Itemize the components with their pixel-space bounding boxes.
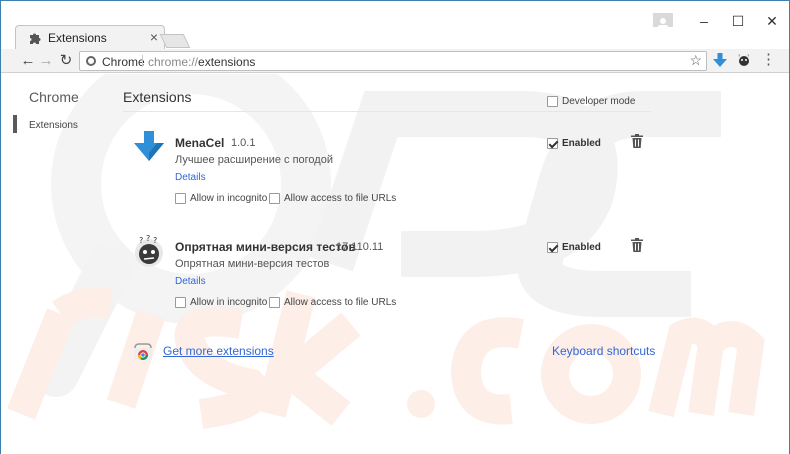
allow-incognito-label: Allow in incognito (190, 193, 268, 205)
title-bar: Extensions × – ☐ ✕ (1, 1, 789, 49)
chip-separator (142, 55, 143, 67)
svg-text:?: ? (153, 236, 157, 245)
forward-button[interactable]: → (37, 52, 55, 70)
allow-file-urls-option[interactable]: Allow access to file URLs (269, 191, 396, 205)
sidebar-title: Chrome (29, 89, 79, 105)
confused-face-toolbar-icon[interactable]: ?? (737, 53, 751, 67)
user-profile-icon[interactable] (653, 13, 673, 30)
blue-download-arrow-icon (134, 131, 164, 161)
puzzle-icon (30, 33, 41, 44)
reload-button[interactable]: ↻ (57, 52, 75, 70)
security-chip-label: Chrome (102, 55, 145, 69)
url-scheme: chrome:// (148, 55, 199, 69)
page-title: Extensions (123, 89, 192, 105)
extension-card-menacel: MenaCel 1.0.1 Лучшее расширение с погодо… (1, 131, 789, 221)
extension-name: MenaCel (175, 136, 225, 150)
sidebar-item-extensions[interactable]: Extensions (29, 120, 78, 131)
tab-title: Extensions (48, 31, 107, 45)
tab-close-icon[interactable]: × (150, 29, 158, 45)
trash-icon[interactable] (631, 134, 643, 148)
svg-text:?: ? (747, 53, 750, 58)
new-tab-button[interactable] (159, 34, 191, 48)
maximize-button[interactable]: ☐ (723, 9, 753, 33)
svg-text:?: ? (146, 235, 150, 243)
get-more-extensions-link[interactable]: Get more extensions (163, 344, 274, 358)
close-window-button[interactable]: ✕ (757, 9, 787, 33)
tab-extensions[interactable]: Extensions × (15, 25, 165, 49)
allow-file-urls-option[interactable]: Allow access to file URLs (269, 295, 396, 309)
svg-text:?: ? (738, 53, 741, 58)
browser-window: Extensions × – ☐ ✕ ← → ↻ Chrome chrome:/… (0, 0, 790, 454)
address-bar[interactable]: Chrome chrome://extensions ☆ (79, 51, 707, 71)
allow-file-urls-label: Allow access to file URLs (284, 193, 397, 205)
chrome-menu-icon[interactable]: ⋮ (761, 51, 776, 69)
extension-description: Опрятная мини-версия тестов (175, 258, 330, 270)
url-text[interactable]: chrome://extensions (148, 55, 255, 69)
menacel-toolbar-icon[interactable] (713, 53, 727, 69)
extension-version: 1.0.1 (231, 137, 256, 149)
allow-file-urls-checkbox[interactable] (269, 297, 280, 309)
enabled-toggle[interactable]: Enabled (547, 240, 601, 254)
developer-mode-label: Developer mode (562, 96, 636, 108)
svg-text:?: ? (139, 236, 143, 245)
allow-file-urls-label: Allow access to file URLs (284, 297, 397, 309)
window-controls: – ☐ ✕ (649, 9, 789, 33)
enabled-label: Enabled (562, 138, 601, 150)
url-path: extensions (198, 55, 256, 69)
chrome-web-store-icon (134, 343, 152, 360)
extension-description: Лучшее расширение с погодой (175, 154, 333, 166)
enabled-checkbox[interactable] (547, 138, 558, 150)
extension-card-tests: ? ? ? Опрятная мини-версия тестов 17.110… (1, 235, 789, 325)
enabled-label: Enabled (562, 242, 601, 254)
keyboard-shortcuts-link[interactable]: Keyboard shortcuts (552, 344, 655, 358)
extensions-page: Chrome Extensions Extensions Developer m… (1, 74, 789, 454)
enabled-toggle[interactable]: Enabled (547, 136, 601, 150)
allow-incognito-checkbox[interactable] (175, 193, 186, 205)
title-divider (123, 111, 651, 112)
back-button[interactable]: ← (19, 52, 37, 70)
developer-mode-checkbox[interactable] (547, 96, 558, 108)
allow-incognito-checkbox[interactable] (175, 297, 186, 309)
allow-file-urls-checkbox[interactable] (269, 193, 280, 205)
allow-incognito-option[interactable]: Allow in incognito (175, 295, 267, 309)
chrome-page-icon (86, 56, 96, 66)
allow-incognito-label: Allow in incognito (190, 297, 268, 309)
extension-name: Опрятная мини-версия тестов (175, 240, 356, 254)
enabled-checkbox[interactable] (547, 242, 558, 254)
allow-incognito-option[interactable]: Allow in incognito (175, 191, 267, 205)
bookmark-star-icon[interactable]: ☆ (689, 52, 702, 69)
trash-icon[interactable] (631, 238, 643, 252)
extension-details-link[interactable]: Details (175, 276, 206, 287)
toolbar: ← → ↻ Chrome chrome://extensions ☆ ?? ⋮ (1, 49, 789, 73)
minimize-button[interactable]: – (689, 9, 719, 33)
extension-version: 17.110.11 (336, 241, 384, 253)
extension-details-link[interactable]: Details (175, 172, 206, 183)
confused-face-icon: ? ? ? (135, 235, 163, 267)
developer-mode-toggle[interactable]: Developer mode (547, 94, 635, 108)
